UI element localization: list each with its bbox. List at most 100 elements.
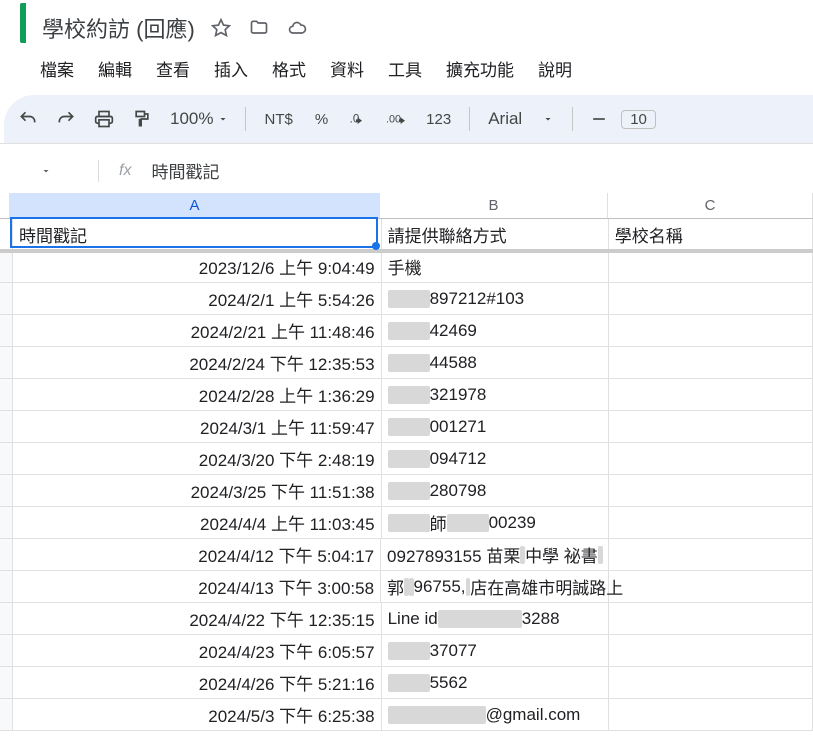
freeze-line[interactable]: [0, 249, 813, 253]
star-icon[interactable]: [211, 18, 231, 38]
font-select[interactable]: Arial: [480, 109, 562, 129]
cell-contact[interactable]: Line id 3288: [382, 603, 609, 635]
menu-tools[interactable]: 工具: [378, 52, 432, 85]
formula-bar[interactable]: 時間戳記: [151, 158, 219, 183]
decrease-fontsize-icon[interactable]: [583, 103, 615, 135]
row-number[interactable]: [0, 635, 13, 667]
cell-contact[interactable]: 321978: [382, 379, 609, 411]
cell-school[interactable]: [609, 635, 813, 667]
cell-timestamp[interactable]: 2024/2/24 下午 12:35:53: [13, 347, 382, 379]
row-number[interactable]: [0, 411, 13, 443]
cell-school[interactable]: [609, 539, 813, 571]
percent-button[interactable]: %: [307, 111, 336, 128]
menu-file[interactable]: 檔案: [30, 52, 84, 85]
zoom-select[interactable]: 100%: [164, 109, 235, 129]
cell-school[interactable]: [609, 347, 813, 379]
cell-school[interactable]: [609, 571, 813, 603]
cell-school[interactable]: [609, 411, 813, 443]
decrease-decimal-icon[interactable]: .0: [342, 103, 374, 135]
cell-contact[interactable]: 手機: [382, 251, 609, 283]
column-header-a[interactable]: A: [10, 193, 380, 218]
cell-timestamp[interactable]: 2024/3/20 下午 2:48:19: [13, 443, 382, 475]
menu-edit[interactable]: 編輯: [88, 52, 142, 85]
folder-icon[interactable]: [249, 18, 269, 38]
cell-contact[interactable]: 0927893155 苗栗 中學 祕書: [381, 539, 609, 571]
cell-school[interactable]: [609, 443, 813, 475]
row-number[interactable]: [0, 603, 13, 635]
cell-contact[interactable]: 44588: [382, 347, 609, 379]
cell-contact[interactable]: 師 00239: [382, 507, 609, 539]
undo-icon[interactable]: [12, 103, 44, 135]
cell-timestamp[interactable]: 2023/12/6 上午 9:04:49: [13, 251, 382, 283]
cell-school[interactable]: [609, 251, 813, 283]
cell-timestamp[interactable]: 2024/4/12 下午 5:04:17: [13, 539, 381, 571]
row-number[interactable]: [0, 283, 13, 315]
number-format-button[interactable]: 123: [418, 111, 459, 128]
name-box[interactable]: [40, 165, 84, 177]
cell-contact[interactable]: 37077: [382, 635, 609, 667]
row-number[interactable]: [0, 475, 13, 507]
row-number[interactable]: [0, 251, 13, 283]
cell-c1[interactable]: 學校名稱: [609, 219, 813, 251]
cell-school[interactable]: [609, 379, 813, 411]
row-number[interactable]: [0, 219, 13, 251]
cell-timestamp[interactable]: 2024/4/23 下午 6:05:57: [13, 635, 382, 667]
select-all-corner[interactable]: [0, 193, 10, 218]
cell-contact[interactable]: 42469: [382, 315, 609, 347]
cell-timestamp[interactable]: 2024/4/22 下午 12:35:15: [13, 603, 382, 635]
cell-contact[interactable]: 280798: [382, 475, 609, 507]
column-header-c[interactable]: C: [608, 193, 813, 218]
cell-school[interactable]: [609, 283, 813, 315]
cell-school[interactable]: [609, 699, 813, 731]
row-number[interactable]: [0, 347, 13, 379]
row-number[interactable]: [0, 571, 13, 603]
cell-timestamp[interactable]: 2024/2/1 上午 5:54:26: [13, 283, 382, 315]
currency-button[interactable]: NT$: [256, 111, 300, 128]
paint-format-icon[interactable]: [126, 103, 158, 135]
row-number[interactable]: [0, 507, 13, 539]
cell-school[interactable]: [609, 603, 813, 635]
row-number[interactable]: [0, 699, 13, 731]
cell-school[interactable]: [609, 315, 813, 347]
cell-a1[interactable]: 時間戳記: [13, 219, 382, 251]
sheets-logo[interactable]: [20, 3, 26, 43]
cell-b1[interactable]: 請提供聯絡方式: [382, 219, 609, 251]
cloud-icon[interactable]: [287, 18, 307, 38]
cell-timestamp[interactable]: 2024/4/13 下午 3:00:58: [13, 571, 381, 603]
increase-decimal-icon[interactable]: .00: [380, 103, 412, 135]
menu-help[interactable]: 說明: [528, 52, 582, 85]
menu-view[interactable]: 查看: [146, 52, 200, 85]
cell-contact[interactable]: 897212#103: [382, 283, 609, 315]
menu-format[interactable]: 格式: [262, 52, 316, 85]
cell-timestamp[interactable]: 2024/3/25 下午 11:51:38: [13, 475, 382, 507]
print-icon[interactable]: [88, 103, 120, 135]
row-number[interactable]: [0, 315, 13, 347]
table-row: 2024/4/23 下午 6:05:57 37077: [0, 635, 813, 667]
cell-school[interactable]: [609, 667, 813, 699]
row-number[interactable]: [0, 667, 13, 699]
cell-school[interactable]: [609, 475, 813, 507]
spreadsheet-grid[interactable]: A B C 時間戳記 請提供聯絡方式 學校名稱 2023/12/6 上午 9:0…: [0, 193, 813, 731]
row-number[interactable]: [0, 539, 13, 571]
menu-extensions[interactable]: 擴充功能: [436, 52, 524, 85]
cell-contact[interactable]: 5562: [382, 667, 609, 699]
cell-contact[interactable]: @gmail.com: [382, 699, 609, 731]
cell-timestamp[interactable]: 2024/2/28 上午 1:36:29: [13, 379, 382, 411]
cell-timestamp[interactable]: 2024/4/4 上午 11:03:45: [13, 507, 382, 539]
cell-contact[interactable]: 001271: [382, 411, 609, 443]
row-number[interactable]: [0, 443, 13, 475]
redo-icon[interactable]: [50, 103, 82, 135]
cell-timestamp[interactable]: 2024/4/26 下午 5:21:16: [13, 667, 382, 699]
cell-school[interactable]: [609, 507, 813, 539]
column-header-b[interactable]: B: [380, 193, 608, 218]
fontsize-input[interactable]: 10: [621, 110, 656, 129]
menu-data[interactable]: 資料: [320, 52, 374, 85]
menu-insert[interactable]: 插入: [204, 52, 258, 85]
row-number[interactable]: [0, 379, 13, 411]
cell-timestamp[interactable]: 2024/3/1 上午 11:59:47: [13, 411, 382, 443]
document-title[interactable]: 學校約訪 (回應): [42, 12, 195, 44]
cell-contact[interactable]: 郭 96755, 店在高雄市明誠路上: [381, 571, 609, 603]
cell-timestamp[interactable]: 2024/5/3 下午 6:25:38: [13, 699, 382, 731]
cell-timestamp[interactable]: 2024/2/21 上午 11:48:46: [13, 315, 382, 347]
cell-contact[interactable]: 094712: [382, 443, 609, 475]
